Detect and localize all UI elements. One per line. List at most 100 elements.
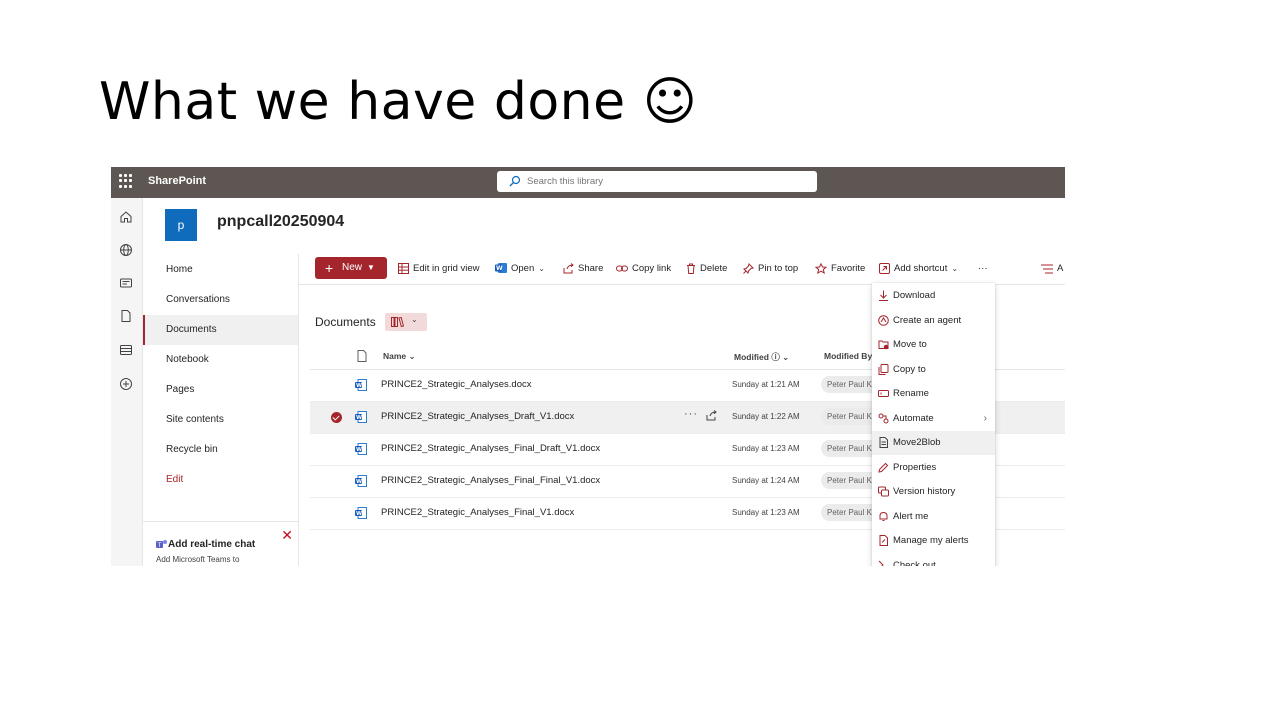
move-icon: [878, 340, 889, 350]
app-rail: [111, 198, 143, 566]
teams-icon: T: [156, 540, 167, 549]
file-icon[interactable]: [119, 309, 133, 323]
svg-text:W: W: [496, 265, 503, 272]
file-name[interactable]: PRINCE2_Strategic_Analyses_Final_Final_V…: [381, 475, 600, 486]
word-doc-icon: W: [355, 507, 367, 519]
nav-item-conversations[interactable]: Conversations: [143, 285, 298, 315]
column-header-modified[interactable]: Modified ⓘ ⌄: [734, 351, 789, 363]
svg-text:W: W: [356, 415, 362, 421]
svg-text:W: W: [356, 479, 362, 485]
chat-card-title: Add real-time chat: [168, 539, 256, 550]
document-icon: [879, 437, 888, 448]
nav-item-site-contents[interactable]: Site contents: [143, 405, 298, 435]
site-logo[interactable]: p: [165, 209, 197, 241]
favorite-button[interactable]: Favorite: [814, 261, 865, 277]
history-icon: [878, 486, 889, 497]
chevron-down-icon: ▼: [367, 263, 375, 272]
column-header-name[interactable]: Name ⌄: [383, 351, 416, 362]
nav-item-recycle-bin[interactable]: Recycle bin: [143, 435, 298, 465]
link-icon: [616, 265, 628, 272]
app-launcher-icon[interactable]: [119, 174, 133, 188]
menu-item-automate[interactable]: Automate ›: [872, 407, 995, 431]
menu-item-move2blob[interactable]: Move2Blob: [872, 431, 995, 455]
plus-icon: +: [325, 260, 334, 276]
svg-text:W: W: [356, 511, 362, 517]
news-icon[interactable]: [119, 276, 133, 290]
menu-item-alert-me[interactable]: Alert me: [872, 505, 995, 529]
file-name[interactable]: PRINCE2_Strategic_Analyses_Final_V1.docx: [381, 507, 574, 518]
edit-grid-view-button[interactable]: Edit in grid view: [398, 261, 480, 277]
agent-icon: [878, 314, 889, 326]
word-doc-icon: W: [355, 443, 367, 455]
create-icon[interactable]: [119, 377, 133, 391]
site-title[interactable]: pnpcall20250904: [217, 213, 344, 231]
svg-text:T: T: [157, 542, 162, 549]
menu-item-properties[interactable]: Properties: [872, 456, 995, 480]
star-icon: [814, 262, 828, 275]
globe-icon[interactable]: [119, 243, 133, 257]
menu-item-rename[interactable]: Rename: [872, 382, 995, 406]
row-selected-check-icon[interactable]: [331, 412, 342, 423]
nav-item-pages[interactable]: Pages: [143, 375, 298, 405]
nav-item-home[interactable]: Home: [143, 255, 298, 285]
pin-icon: [743, 263, 754, 274]
word-doc-icon: W: [355, 379, 367, 391]
share-icon[interactable]: [706, 410, 717, 421]
library-icon: [391, 317, 404, 327]
sort-lines-icon: [1041, 264, 1053, 274]
manage-alerts-icon: [879, 535, 888, 546]
word-icon: W: [495, 263, 507, 273]
open-button[interactable]: W Open ⌄: [495, 261, 545, 277]
chevron-down-icon: ⌄: [411, 315, 418, 324]
trash-icon: [687, 263, 695, 274]
shortcut-icon: [879, 263, 890, 274]
modified-date: Sunday at 1:24 AM: [732, 476, 800, 485]
menu-item-manage-alerts[interactable]: Manage my alerts: [872, 529, 995, 553]
chat-card-subtitle: Add Microsoft Teams to: [156, 555, 240, 564]
nav-item-documents[interactable]: Documents: [143, 315, 298, 345]
slide-title: What we have done ☺: [99, 72, 698, 132]
file-name[interactable]: PRINCE2_Strategic_Analyses.docx: [381, 379, 532, 390]
word-doc-icon: W: [355, 411, 367, 423]
site-navigation: Home Conversations Documents Notebook Pa…: [143, 254, 299, 566]
chevron-down-icon: ⌄: [538, 264, 545, 273]
copy-icon: [878, 363, 889, 375]
menu-item-check-out[interactable]: Check out: [872, 554, 995, 566]
library-title[interactable]: Documents: [315, 315, 376, 329]
menu-item-version-history[interactable]: Version history: [872, 480, 995, 504]
share-icon: [563, 263, 574, 274]
library-view-button[interactable]: ⌄: [385, 313, 427, 331]
file-name[interactable]: PRINCE2_Strategic_Analyses_Final_Draft_V…: [381, 443, 600, 454]
menu-item-move-to[interactable]: Move to: [872, 333, 995, 357]
home-icon[interactable]: [119, 210, 133, 224]
menu-item-copy-to[interactable]: Copy to: [872, 358, 995, 382]
close-icon[interactable]: ✕: [281, 528, 293, 542]
modified-date: Sunday at 1:23 AM: [732, 444, 800, 453]
svg-text:W: W: [356, 447, 362, 453]
add-shortcut-button[interactable]: Add shortcut ⌄: [879, 261, 958, 277]
share-button[interactable]: Share: [563, 261, 603, 277]
search-box[interactable]: [497, 171, 817, 192]
menu-item-download[interactable]: Download: [872, 284, 995, 308]
teams-chat-card: T Add real-time chat Add Microsoft Teams…: [143, 521, 298, 566]
list-icon[interactable]: [119, 343, 133, 357]
delete-button[interactable]: Delete: [686, 261, 727, 277]
automate-icon: [878, 413, 889, 423]
new-button[interactable]: + New ▼: [315, 257, 387, 279]
more-options-icon[interactable]: ···: [684, 408, 698, 420]
view-options-button[interactable]: A: [1041, 261, 1063, 277]
nav-edit-link[interactable]: Edit: [143, 465, 298, 495]
check-out-icon: [878, 560, 884, 566]
menu-item-create-agent[interactable]: Create an agent: [872, 309, 995, 333]
search-input[interactable]: [527, 173, 807, 190]
pin-to-top-button[interactable]: Pin to top: [743, 261, 798, 277]
sharepoint-screenshot: SharePoint Search this library p pnpcall…: [111, 167, 1065, 566]
svg-text:W: W: [356, 383, 362, 389]
app-name[interactable]: SharePoint: [148, 175, 206, 187]
file-name[interactable]: PRINCE2_Strategic_Analyses_Draft_V1.docx: [381, 411, 574, 422]
chevron-down-icon: ⌄: [951, 264, 959, 273]
more-actions-button[interactable]: ···: [978, 261, 988, 277]
nav-item-notebook[interactable]: Notebook: [143, 345, 298, 375]
column-header-modified-by[interactable]: Modified By: [824, 351, 872, 361]
copy-link-button[interactable]: Copy link: [616, 261, 671, 277]
